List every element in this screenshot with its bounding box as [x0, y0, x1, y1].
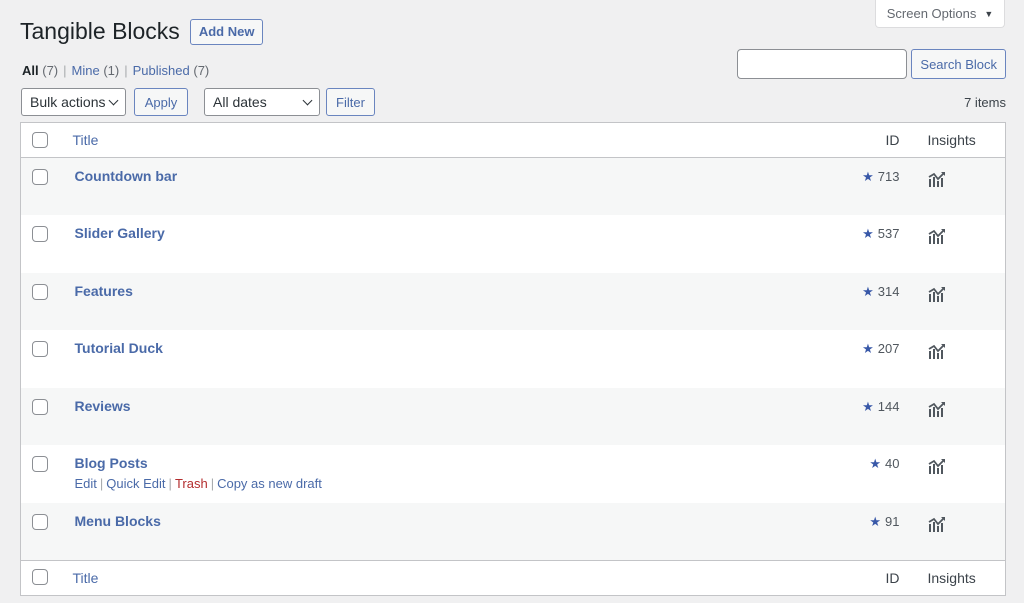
id-value-wrap: ★ 537 — [862, 226, 899, 242]
add-new-button[interactable]: Add New — [189, 18, 264, 45]
chevron-down-icon — [108, 95, 119, 105]
table-row: Blog Posts Edit | Quick Edit | Trash | Copy as … — [21, 445, 1006, 503]
row-id: 144 — [877, 398, 900, 414]
row-title-link[interactable]: Slider Gallery — [75, 225, 826, 241]
id-value-wrap: ★ 40 — [869, 456, 899, 472]
row-action-quick-edit[interactable]: Quick Edit — [106, 476, 165, 491]
insights-chart-icon[interactable] — [928, 171, 946, 190]
table-row: Reviews ★ 144 — [20, 387, 1006, 445]
star-icon: ★ — [862, 283, 874, 299]
row-checkbox[interactable] — [32, 456, 48, 472]
row-checkbox[interactable] — [32, 398, 48, 415]
row-title-link[interactable]: Tutorial Duck — [75, 340, 826, 356]
screen-options-button[interactable]: Screen Options ▼ — [875, 0, 1005, 28]
insights-chart-icon[interactable] — [928, 458, 946, 477]
id-value-wrap: ★ 713 — [862, 169, 899, 185]
row-id: 537 — [877, 226, 900, 241]
table-footer-row: Title ID Insights — [20, 559, 1006, 595]
select-all-checkbox-footer[interactable] — [32, 569, 48, 585]
id-value-wrap: ★ 314 — [862, 284, 899, 300]
row-checkbox[interactable] — [32, 283, 48, 300]
column-insights-footer: Insights — [915, 559, 1006, 595]
row-action-trash[interactable]: Trash — [175, 476, 208, 491]
blocks-table: Title ID Insights Countdown bar ★ 713 Slide… — [20, 122, 1006, 596]
dates-value: All dates — [213, 94, 267, 110]
column-id: ID — [825, 122, 916, 158]
bulk-actions-value: Bulk actions — [30, 94, 106, 110]
tablenav-top: Bulk actions Apply All dates Filter 7 it… — [21, 87, 1006, 117]
row-title-link[interactable]: Features — [75, 283, 826, 299]
insights-chart-icon[interactable] — [928, 286, 946, 305]
caret-down-icon: ▼ — [984, 8, 994, 19]
row-checkbox[interactable] — [32, 341, 48, 357]
row-title-link[interactable]: Reviews — [75, 398, 826, 414]
star-icon: ★ — [869, 513, 882, 529]
view-mine[interactable]: Mine (1) — [72, 63, 120, 78]
star-icon: ★ — [862, 226, 874, 241]
table-row: Menu Blocks ★ 91 — [20, 502, 1006, 560]
page-header: Tangible Blocks Add New — [20, 18, 264, 45]
row-id: 40 — [885, 456, 900, 471]
row-checkbox[interactable] — [32, 169, 48, 185]
star-icon: ★ — [869, 456, 882, 471]
row-title-link[interactable]: Menu Blocks — [75, 513, 826, 529]
star-icon: ★ — [862, 169, 874, 184]
row-title-link[interactable]: Blog Posts — [75, 455, 826, 471]
page-title: Tangible Blocks — [20, 18, 180, 44]
insights-chart-icon[interactable] — [928, 343, 946, 362]
chevron-down-icon — [302, 95, 313, 105]
sort-by-title-footer[interactable]: Title — [73, 570, 99, 586]
row-id: 314 — [877, 283, 900, 299]
insights-chart-icon[interactable] — [928, 516, 946, 535]
column-insights: Insights — [915, 122, 1006, 158]
row-id: 91 — [885, 513, 900, 529]
insights-chart-icon[interactable] — [928, 228, 946, 247]
search-box: Search Block — [737, 49, 1006, 79]
apply-button[interactable]: Apply — [134, 88, 188, 116]
row-checkbox[interactable] — [32, 226, 48, 242]
row-id: 207 — [877, 341, 900, 356]
view-all[interactable]: All (7) — [22, 63, 58, 78]
items-count: 7 items — [964, 94, 1006, 110]
row-id: 713 — [877, 169, 900, 184]
sort-by-title[interactable]: Title — [73, 132, 99, 148]
row-action-edit[interactable]: Edit — [75, 476, 97, 491]
star-icon: ★ — [862, 341, 874, 356]
row-title-link[interactable]: Countdown bar — [75, 168, 826, 184]
search-input[interactable] — [737, 49, 908, 79]
table-row: Slider Gallery ★ 537 — [21, 215, 1006, 273]
table-row: Features ★ 314 — [20, 272, 1006, 330]
view-filters: All (7) | Mine (1) | Published (7) — [22, 63, 210, 78]
dates-filter-select[interactable]: All dates — [204, 88, 320, 116]
table-row: Countdown bar ★ 713 — [20, 157, 1006, 215]
search-block-button[interactable]: Search Block — [911, 49, 1006, 79]
id-value-wrap: ★ 91 — [869, 514, 899, 530]
view-published[interactable]: Published (7) — [133, 63, 210, 78]
id-value-wrap: ★ 207 — [862, 341, 899, 357]
select-all-checkbox[interactable] — [32, 131, 48, 148]
insights-chart-icon[interactable] — [928, 401, 946, 420]
id-value-wrap: ★ 144 — [862, 399, 899, 415]
filter-button[interactable]: Filter — [326, 88, 375, 116]
column-id-footer: ID — [825, 559, 916, 595]
row-actions: Edit | Quick Edit | Trash | Copy as new draft — [74, 476, 322, 491]
bulk-actions-select[interactable]: Bulk actions — [21, 88, 126, 116]
row-action-copy-as-new-draft[interactable]: Copy as new draft — [217, 476, 322, 491]
row-checkbox[interactable] — [32, 513, 48, 530]
screen-options-label: Screen Options — [886, 6, 977, 21]
table-header-row: Title ID Insights — [20, 122, 1006, 158]
table-row: Tutorial Duck ★ 207 — [21, 330, 1006, 388]
star-icon: ★ — [862, 398, 874, 414]
